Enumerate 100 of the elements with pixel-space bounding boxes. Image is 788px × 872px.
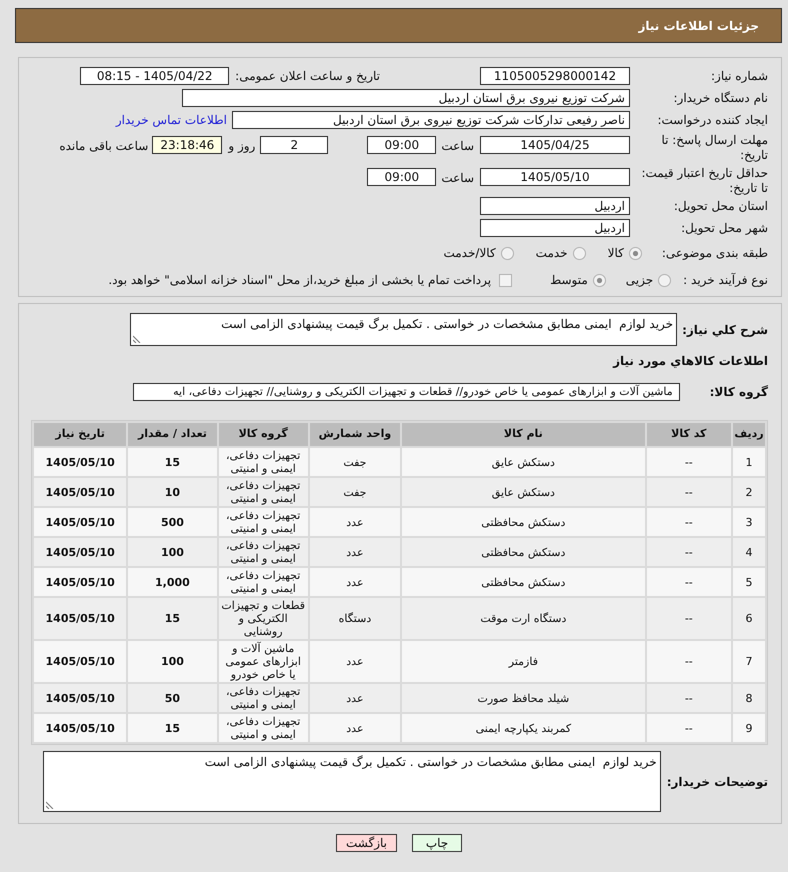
table-cell: 500 <box>128 508 217 536</box>
table-cell: 100 <box>128 538 217 566</box>
table-cell: -- <box>646 714 731 742</box>
field-label: مهلت ارسال پاسخ: تا تاریخ: <box>660 133 768 163</box>
table-cell: عدد <box>310 641 400 682</box>
table-cell: 15 <box>128 598 217 639</box>
table-cell: دستکش عایق <box>402 478 645 506</box>
table-cell: -- <box>646 684 731 712</box>
table-cell: دستگاه ارت موقت <box>402 598 645 639</box>
table-cell: دستکش محافظتی <box>402 508 645 536</box>
table-cell: جفت <box>310 448 400 476</box>
table-cell: 1 <box>732 448 765 476</box>
table-cell: -- <box>646 508 731 536</box>
column-header: نام کالا <box>402 423 645 446</box>
section-heading: اطلاعات كالاهاي مورد نیاز <box>613 353 768 368</box>
radio-button[interactable] <box>592 274 606 286</box>
field-label: توضیحات خریدار: <box>666 774 768 790</box>
goods-group-field[interactable]: ماشین آلات و ابزارهای عمومی یا خاص خودرو// قطعات و تجهیزات الکتریکی و روشنایی// تجهیزات دفاعی، ایه <box>132 383 680 401</box>
table-cell: دستکش محافظتی <box>402 568 645 596</box>
table-cell: عدد <box>310 538 400 566</box>
city-field[interactable]: اردبیل <box>480 219 630 237</box>
field-label: شهر محل تحویل: <box>680 220 768 237</box>
table-cell: 2 <box>732 478 765 506</box>
table-cell: دستکش محافظتی <box>402 538 645 566</box>
table-cell: 7 <box>732 641 765 682</box>
time-field[interactable]: 09:00 <box>367 136 436 154</box>
time-field[interactable]: 09:00 <box>367 168 436 186</box>
table-cell: تجهیزات دفاعی، ایمنی و امنیتی <box>218 714 308 742</box>
table-cell: 1405/05/10 <box>34 641 126 682</box>
need-number-field[interactable]: 1105005298000142 <box>480 67 630 85</box>
validity-date-field[interactable]: 1405/05/10 <box>480 168 630 186</box>
resize-grip-icon[interactable] <box>133 335 142 343</box>
table-cell: شیلد محافظ صورت <box>402 684 645 712</box>
option-label: متوسط <box>550 272 588 289</box>
field-label: استان محل تحویل: <box>672 198 768 215</box>
province-field[interactable]: اردبیل <box>480 197 630 215</box>
page-title: جزئیات اطلاعات نیاز <box>638 18 759 34</box>
table-cell: 1,000 <box>128 568 217 596</box>
table-cell: ماشین آلات و ابزارهای عمومی یا خاص خودرو <box>218 641 308 682</box>
description-textarea[interactable]: خرید لوازم ایمنی مطابق مشخصات در خواستی . تکمیل برگ قیمت پیشنهادی الزامی است <box>130 313 678 346</box>
table-cell: کمربند یکپارچه ایمنی <box>402 714 645 742</box>
radio-button[interactable] <box>572 246 586 260</box>
field-label: ساعت <box>441 138 474 155</box>
table-cell: 1405/05/10 <box>34 598 126 639</box>
radio-button[interactable] <box>500 246 514 260</box>
column-header: تاریخ نیاز <box>34 423 126 446</box>
table-cell: تجهیزات دفاعی، ایمنی و امنیتی <box>218 508 308 536</box>
table-cell: تجهیزات دفاعی، ایمنی و امنیتی <box>218 538 308 566</box>
table-cell: 5 <box>732 568 765 596</box>
radio-button[interactable] <box>628 246 642 260</box>
option-label: خدمت <box>536 245 568 262</box>
table-cell: -- <box>646 641 731 682</box>
table-cell: 3 <box>732 508 765 536</box>
table-cell: 100 <box>128 641 217 682</box>
table-cell: تجهیزات دفاعی، ایمنی و امنیتی <box>218 684 308 712</box>
field-label: ساعت <box>441 170 474 187</box>
table-cell: -- <box>646 568 731 596</box>
checkbox[interactable] <box>499 274 512 286</box>
print-button[interactable]: چاپ <box>412 834 462 852</box>
table-cell: -- <box>646 598 731 639</box>
table-cell: 1405/05/10 <box>34 478 126 506</box>
requester-field[interactable]: ناصر رفیعی تدارکات شرکت توزیع نیروی برق استان اردبیل <box>232 111 630 129</box>
field-label: ساعت باقی مانده <box>59 138 148 155</box>
table-cell: 1405/05/10 <box>34 508 126 536</box>
field-label: حداقل تاریخ اعتبار قیمت: تا تاریخ: <box>640 166 768 196</box>
table-cell: عدد <box>310 684 400 712</box>
radio-button[interactable] <box>658 274 672 286</box>
buyer-org-field[interactable]: شرکت توزیع نیروی برق استان اردبیل <box>182 89 630 107</box>
table-cell: 1405/05/10 <box>34 448 126 476</box>
table-cell: تجهیزات دفاعی، ایمنی و امنیتی <box>218 568 308 596</box>
table-cell: 15 <box>128 714 217 742</box>
table-cell: -- <box>646 538 731 566</box>
option-label: پرداخت تمام یا بخشی از مبلغ خرید،از محل "اسناد خزانه اسلامی" خواهد بود. <box>108 272 492 289</box>
table-cell: 15 <box>128 448 217 476</box>
table-cell: 50 <box>128 684 217 712</box>
option-label: جزیی <box>626 272 654 289</box>
table-cell: 10 <box>128 478 217 506</box>
resize-grip-icon[interactable] <box>46 801 54 809</box>
table-cell: 1405/05/10 <box>34 568 126 596</box>
notes-textarea[interactable]: خرید لوازم ایمنی مطابق مشخصات در خواستی . تکمیل برگ قیمت پیشنهادی الزامی است <box>42 751 661 812</box>
table-cell: 6 <box>732 598 765 639</box>
table-cell: عدد <box>310 714 400 742</box>
days-field[interactable]: 2 <box>260 136 328 154</box>
deadline-date-field[interactable]: 1405/04/25 <box>480 136 630 154</box>
table-cell: 1405/05/10 <box>34 714 126 742</box>
contact-link[interactable]: اطلاعات تماس خریدار <box>116 111 227 129</box>
option-label: کالا <box>608 245 624 262</box>
table-cell: فازمتر <box>402 641 645 682</box>
announcement-date-field[interactable]: 1405/04/22 - 08:15 <box>80 67 230 85</box>
table-cell: 4 <box>732 538 765 566</box>
remaining-time-field[interactable]: 23:18:46 <box>152 136 222 154</box>
column-header: ردیف <box>732 423 765 446</box>
table-cell: دستگاه <box>310 598 400 639</box>
table-cell: تجهیزات دفاعی، ایمنی و امنیتی <box>218 448 308 476</box>
field-label: نام دستگاه خریدار: <box>672 90 768 107</box>
table-cell: عدد <box>310 508 400 536</box>
field-label: شماره نیاز: <box>710 68 768 85</box>
table-cell: -- <box>646 478 731 506</box>
back-button[interactable]: بازگشت <box>336 834 397 852</box>
table-cell: عدد <box>310 568 400 596</box>
